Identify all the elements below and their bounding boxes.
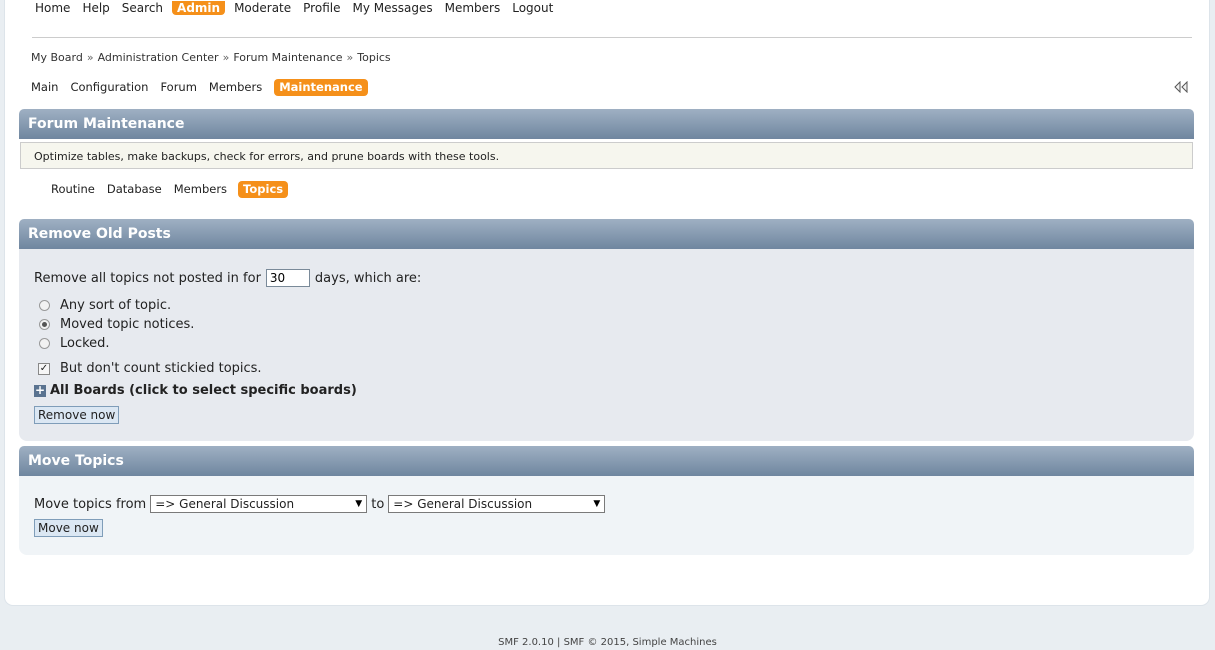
move-to-label: to bbox=[371, 496, 385, 512]
move-to-select[interactable]: => General Discussion ▼ bbox=[388, 495, 606, 513]
all-boards-label[interactable]: All Boards (click to select specific boa… bbox=[50, 383, 357, 398]
menu-my-messages[interactable]: My Messages bbox=[349, 1, 435, 15]
tab-members[interactable]: Members bbox=[173, 181, 228, 198]
admin-tab-forum[interactable]: Forum bbox=[160, 79, 196, 96]
breadcrumb-topics[interactable]: Topics bbox=[357, 51, 390, 64]
move-from-select[interactable]: => General Discussion ▼ bbox=[150, 495, 368, 513]
dropdown-arrow-icon: ▼ bbox=[355, 499, 363, 509]
menu-moderate[interactable]: Moderate bbox=[231, 1, 294, 15]
move-button-row: Move now bbox=[34, 519, 103, 537]
remove-old-posts-panel: Remove all topics not posted in for days… bbox=[19, 249, 1194, 441]
radio-any-topic[interactable] bbox=[39, 300, 50, 311]
maintenance-tabs: Routine Database Members Topics bbox=[50, 181, 289, 198]
admin-tab-members[interactable]: Members bbox=[209, 79, 262, 96]
collapse-sidebar-icon[interactable] bbox=[1173, 80, 1189, 94]
admin-tab-main[interactable]: Main bbox=[31, 79, 58, 96]
menu-home[interactable]: Home bbox=[32, 1, 73, 15]
admin-menu: Main Configuration Forum Members Mainten… bbox=[31, 79, 368, 96]
top-menu: Home Help Search Admin Moderate Profile … bbox=[32, 0, 556, 16]
maintenance-description: Optimize tables, make backups, check for… bbox=[20, 142, 1193, 169]
option-locked[interactable]: Locked. bbox=[39, 336, 110, 351]
menu-logout[interactable]: Logout bbox=[509, 1, 556, 15]
breadcrumb-separator: » bbox=[346, 51, 354, 64]
radio-locked[interactable] bbox=[39, 338, 50, 349]
tab-topics[interactable]: Topics bbox=[238, 181, 289, 198]
menu-help[interactable]: Help bbox=[79, 1, 112, 15]
remove-prefix-label: Remove all topics not posted in for bbox=[34, 270, 261, 286]
admin-tab-maintenance[interactable]: Maintenance bbox=[274, 79, 368, 96]
option-moved-notices-label: Moved topic notices. bbox=[60, 317, 195, 332]
move-now-button[interactable]: Move now bbox=[34, 519, 103, 537]
move-to-value: => General Discussion bbox=[393, 497, 533, 511]
remove-suffix-label: days, which are: bbox=[314, 270, 422, 286]
menu-profile[interactable]: Profile bbox=[300, 1, 343, 15]
remove-now-button[interactable]: Remove now bbox=[34, 406, 120, 424]
option-locked-label: Locked. bbox=[60, 336, 110, 351]
move-from-label: Move topics from bbox=[34, 496, 147, 512]
expand-plus-icon[interactable]: + bbox=[34, 384, 46, 397]
footer-copyright[interactable]: SMF 2.0.10 | SMF © 2015, Simple Machines bbox=[0, 637, 1215, 648]
all-boards-toggle[interactable]: + All Boards (click to select specific b… bbox=[34, 383, 357, 398]
dropdown-arrow-icon: ▼ bbox=[593, 499, 601, 509]
tab-database[interactable]: Database bbox=[106, 181, 163, 198]
menu-admin[interactable]: Admin bbox=[172, 1, 226, 15]
menu-members[interactable]: Members bbox=[442, 1, 504, 15]
move-from-value: => General Discussion bbox=[155, 497, 295, 511]
remove-old-posts-header: Remove Old Posts bbox=[19, 219, 1194, 249]
sticky-checkbox[interactable]: ✓ bbox=[38, 362, 50, 375]
move-topics-header: Move Topics bbox=[19, 446, 1194, 476]
breadcrumb-separator: » bbox=[222, 51, 230, 64]
menu-search[interactable]: Search bbox=[119, 1, 166, 15]
breadcrumb-forum-maintenance[interactable]: Forum Maintenance bbox=[233, 51, 342, 64]
divider bbox=[32, 37, 1192, 38]
move-topics-panel: Move topics from => General Discussion ▼… bbox=[19, 476, 1194, 555]
sticky-option[interactable]: ✓ But don't count stickied topics. bbox=[38, 361, 262, 376]
move-topics-row: Move topics from => General Discussion ▼… bbox=[34, 495, 609, 513]
forum-maintenance-header: Forum Maintenance bbox=[19, 109, 1194, 139]
sticky-label: But don't count stickied topics. bbox=[60, 361, 262, 376]
remove-days-row: Remove all topics not posted in for days… bbox=[34, 269, 421, 287]
tab-routine[interactable]: Routine bbox=[50, 181, 96, 198]
days-input[interactable] bbox=[265, 269, 310, 287]
breadcrumb: My Board» Administration Center» Forum Mai… bbox=[31, 51, 391, 64]
remove-button-row: Remove now bbox=[34, 406, 120, 424]
breadcrumb-admin-center[interactable]: Administration Center bbox=[98, 51, 219, 64]
option-any-topic[interactable]: Any sort of topic. bbox=[39, 298, 171, 313]
breadcrumb-my-board[interactable]: My Board bbox=[31, 51, 83, 64]
option-moved-notices[interactable]: Moved topic notices. bbox=[39, 317, 194, 332]
option-any-topic-label: Any sort of topic. bbox=[60, 298, 172, 313]
radio-moved-notices[interactable] bbox=[39, 319, 50, 330]
breadcrumb-separator: » bbox=[86, 51, 94, 64]
admin-tab-configuration[interactable]: Configuration bbox=[70, 79, 148, 96]
